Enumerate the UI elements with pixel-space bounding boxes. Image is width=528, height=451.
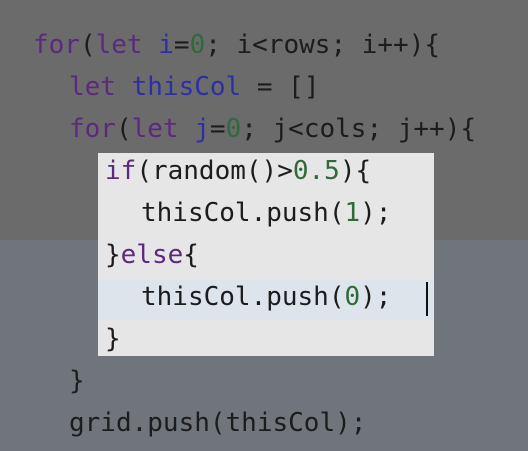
code-line-2[interactable]: let thisCol = [] — [69, 66, 319, 108]
closing-brace: } — [105, 324, 121, 354]
operator-assign: = — [173, 30, 190, 60]
method-call: grid.push(thisCol); — [69, 408, 367, 438]
keyword-for: for — [33, 30, 80, 60]
code-line-5[interactable]: thisCol.push(1); — [141, 192, 391, 234]
statement-end: ); — [360, 282, 392, 312]
code-line-3[interactable]: for(let j=0; j<cols; j++){ — [69, 108, 476, 150]
number-literal: 0 — [225, 114, 242, 144]
number-literal: 0 — [344, 282, 361, 312]
code-line-9[interactable]: } — [69, 360, 85, 402]
operator-assign: = — [209, 114, 226, 144]
code-line-6[interactable]: }else{ — [105, 234, 199, 276]
paren: ( — [115, 114, 132, 144]
assignment-expression: = [] — [241, 72, 320, 102]
variable-i: i — [158, 30, 174, 60]
closing-paren-brace: ){ — [339, 156, 372, 186]
number-literal: 1 — [344, 198, 361, 228]
variable-thisCol: thisCol — [131, 72, 242, 102]
closing-brace: } — [105, 240, 121, 270]
code-line-1[interactable]: for(let i=0; i<rows; i++){ — [33, 24, 440, 66]
keyword-let: let — [95, 30, 143, 60]
loop-condition: ; i<rows; i++){ — [205, 30, 441, 60]
code-line-7[interactable]: thisCol.push(0); — [141, 276, 391, 318]
condition-expression: (random()> — [136, 156, 293, 186]
code-editor[interactable]: for(let i=0; i<rows; i++){ let thisCol =… — [0, 0, 528, 451]
keyword-let: let — [131, 114, 179, 144]
code-line-8[interactable]: } — [105, 318, 121, 360]
opening-brace: { — [183, 240, 199, 270]
statement-end: ); — [360, 198, 392, 228]
variable-j: j — [194, 114, 210, 144]
paren: ( — [79, 30, 96, 60]
text-cursor — [426, 282, 428, 316]
number-literal: 0 — [189, 30, 206, 60]
code-line-4[interactable]: if(random()>0.5){ — [105, 150, 371, 192]
method-call: thisCol.push( — [141, 282, 345, 312]
keyword-else: else — [120, 240, 184, 270]
keyword-if: if — [105, 156, 137, 186]
keyword-let: let — [69, 72, 116, 102]
method-call: thisCol.push( — [141, 198, 345, 228]
closing-brace: } — [69, 366, 85, 396]
keyword-for: for — [69, 114, 116, 144]
number-literal: 0.5 — [292, 156, 340, 186]
loop-condition: ; j<cols; j++){ — [241, 114, 477, 144]
code-line-10[interactable]: grid.push(thisCol); — [69, 402, 366, 444]
